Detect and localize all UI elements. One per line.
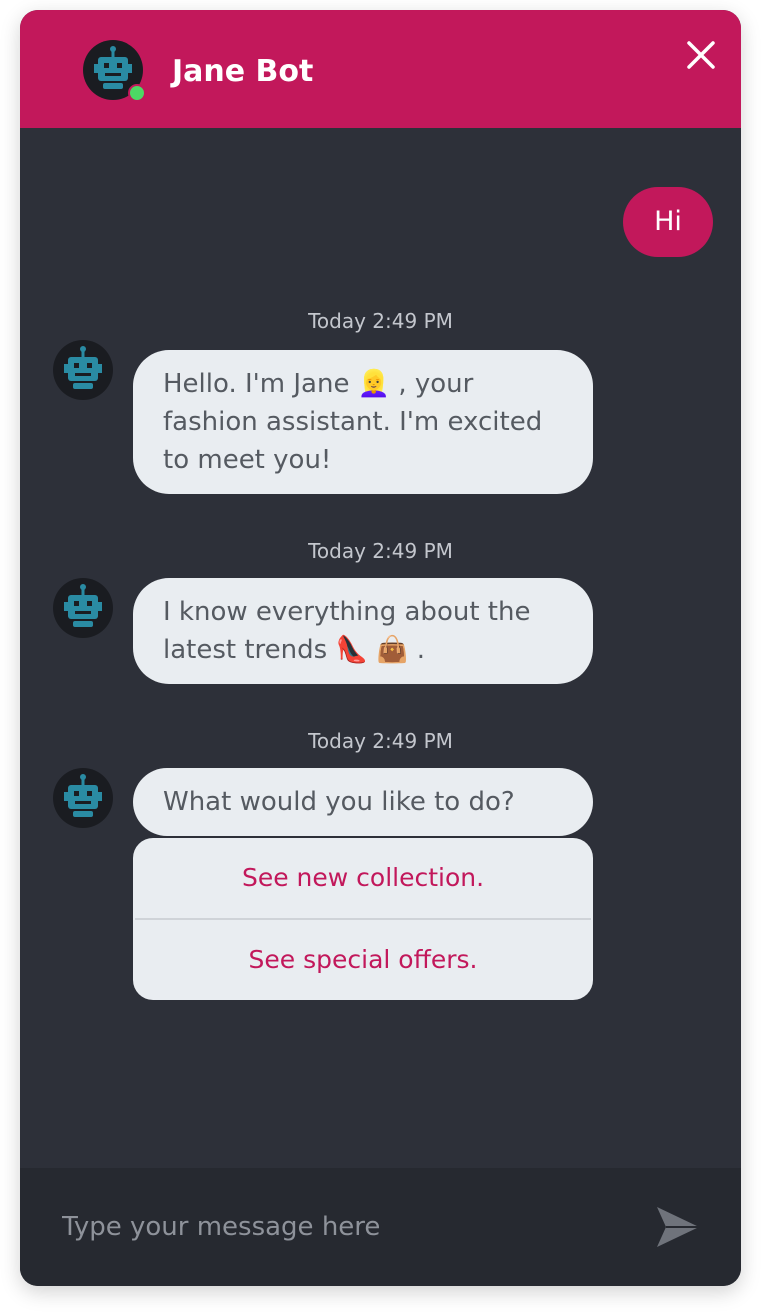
bot-avatar	[53, 340, 113, 400]
quick-reply-new-collection[interactable]: See new collection.	[133, 838, 593, 918]
quick-reply-special-offers[interactable]: See special offers.	[133, 920, 593, 1000]
message-timestamp: Today 2:49 PM	[308, 539, 453, 563]
quick-replies: See new collection. See special offers.	[133, 838, 593, 1000]
send-button[interactable]	[654, 1204, 702, 1250]
robot-icon	[64, 584, 102, 627]
bot-message-bubble: Hello. I'm Jane 👱‍♀️ , your fashion assi…	[133, 350, 593, 494]
robot-icon	[64, 774, 102, 817]
message-composer	[20, 1168, 741, 1286]
bot-message-bubble: What would you like to do?	[133, 768, 593, 836]
user-message-bubble: Hi	[623, 187, 713, 257]
bot-message-bubble: I know everything about the latest trend…	[133, 578, 593, 684]
online-status-indicator	[128, 84, 146, 102]
message-list[interactable]: Hi Today 2:49 PM Hello. I'm Jane 👱‍♀️ , …	[20, 128, 741, 1168]
message-input[interactable]	[62, 1206, 622, 1248]
close-icon	[687, 41, 715, 69]
message-timestamp: Today 2:49 PM	[308, 729, 453, 753]
message-timestamp: Today 2:49 PM	[308, 309, 453, 333]
bot-avatar	[53, 768, 113, 828]
close-button[interactable]	[684, 38, 718, 72]
chat-header: Jane Bot	[20, 10, 741, 128]
robot-icon	[64, 346, 102, 389]
send-icon	[657, 1207, 699, 1247]
bot-avatar	[53, 578, 113, 638]
chat-title: Jane Bot	[172, 54, 314, 89]
chat-window: Jane Bot Hi Today 2:49 PM Hello. I'm Jan…	[20, 10, 741, 1286]
